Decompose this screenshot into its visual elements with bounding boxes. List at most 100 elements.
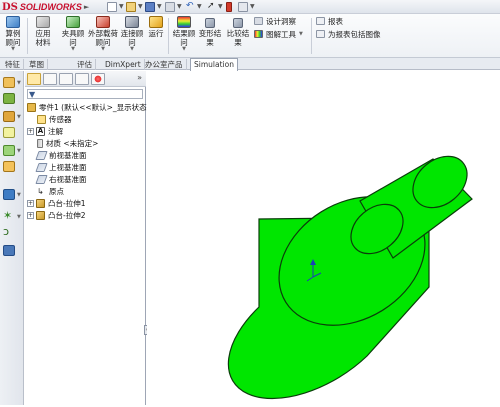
chevron-down-icon[interactable]: ▼: [119, 3, 124, 10]
external-loads-advisor-button[interactable]: 外部载荷顾问 ▼: [88, 16, 118, 52]
chevron-down-icon[interactable]: ▼: [17, 148, 21, 154]
tree-item-label: 材质 <未指定>: [46, 139, 99, 148]
sketch-tool-icon[interactable]: [3, 77, 15, 88]
chevron-down-icon[interactable]: ▼: [182, 47, 186, 52]
extrude-icon: [36, 199, 45, 208]
tree-item-top-plane[interactable]: 上视基准面: [35, 162, 87, 173]
material-icon: [37, 139, 43, 148]
expand-plus-icon[interactable]: +: [27, 212, 34, 219]
design-insight-button[interactable]: 设计洞察: [254, 16, 296, 26]
compare-results-button[interactable]: 比较结果: [226, 18, 250, 47]
tree-item-sensors[interactable]: 传感器: [37, 114, 72, 125]
chevron-down-icon[interactable]: ▼: [138, 3, 143, 10]
ribbon-divider: [27, 18, 28, 54]
apply-material-button[interactable]: 应用材料: [32, 16, 54, 47]
dimxpert-manager-tab-icon[interactable]: [75, 73, 89, 85]
feature-manager-toolbar: »: [25, 71, 146, 87]
chevron-down-icon[interactable]: ▼: [17, 80, 21, 86]
tree-item-boss-extrude1[interactable]: + 凸台-拉伸1: [27, 198, 85, 209]
feature-tree-filter[interactable]: ▼: [27, 89, 143, 99]
chevron-down-icon[interactable]: ▼: [250, 3, 255, 10]
chevron-down-icon[interactable]: ▼: [71, 47, 75, 52]
solidworks-logo[interactable]: DS SOLIDWORKS ►: [2, 1, 89, 13]
tree-item-label: 右视基准面: [49, 175, 87, 184]
undo-icon[interactable]: ↶: [186, 2, 196, 12]
tree-item-origin[interactable]: ↳ 原点: [37, 186, 64, 197]
design-insight-label: 设计洞察: [266, 16, 296, 26]
report-button[interactable]: 报表: [316, 16, 343, 26]
expand-tabs-icon[interactable]: »: [137, 73, 142, 82]
chevron-down-icon[interactable]: ▼: [130, 47, 134, 52]
expand-plus-icon[interactable]: +: [27, 128, 34, 135]
configuration-manager-tab-icon[interactable]: [59, 73, 73, 85]
feature-manager-panel: » ▼ 零件1 (默认<<默认>_显示状态 传感器 + A 注解 材质 <未指定…: [25, 71, 147, 405]
include-image-icon: [316, 30, 325, 38]
select-pointer-icon[interactable]: ➚: [207, 2, 217, 12]
reference-geometry-icon[interactable]: [3, 189, 15, 200]
tree-root-part[interactable]: 零件1 (默认<<默认>_显示状态: [27, 102, 147, 113]
pattern-tool-icon[interactable]: [3, 161, 15, 172]
revolve-tool-icon[interactable]: [3, 127, 15, 138]
annotations-icon: A: [36, 127, 45, 136]
tree-item-label: 传感器: [49, 115, 72, 124]
feature-tree-tab-icon[interactable]: [27, 73, 41, 85]
property-manager-tab-icon[interactable]: [43, 73, 57, 85]
external-loads-advisor-icon: [96, 16, 110, 28]
apply-material-icon: [36, 16, 50, 28]
results-advisor-button[interactable]: 结果顾问 ▼: [172, 16, 196, 52]
chevron-down-icon[interactable]: ▼: [299, 31, 303, 37]
instant3d-icon[interactable]: [3, 245, 15, 256]
chevron-down-icon[interactable]: ▼: [177, 3, 182, 10]
model-view[interactable]: [147, 71, 500, 405]
chevron-down-icon[interactable]: ▼: [17, 214, 21, 220]
feature-tool-icon[interactable]: [3, 93, 15, 104]
tree-item-label: 原点: [49, 187, 64, 196]
helix-tool-icon[interactable]: ↄ: [3, 226, 15, 238]
menu-expand-icon[interactable]: ►: [84, 3, 89, 11]
fixtures-advisor-label: 夹具顾问: [61, 29, 85, 47]
print-icon[interactable]: [165, 2, 175, 12]
design-insight-icon: [254, 17, 263, 25]
fixtures-advisor-button[interactable]: 夹具顾问 ▼: [60, 16, 86, 52]
tree-item-front-plane[interactable]: 前视基准面: [35, 150, 87, 161]
fillet-tool-icon[interactable]: [3, 145, 15, 156]
study-advisor-button[interactable]: 算例顾问 ▼: [2, 16, 24, 52]
chevron-down-icon[interactable]: ▼: [17, 192, 21, 198]
chevron-down-icon[interactable]: ▼: [101, 47, 105, 52]
tab-evaluate[interactable]: 评估: [74, 59, 96, 70]
save-icon[interactable]: [145, 2, 155, 12]
display-manager-tab-icon[interactable]: [91, 73, 105, 85]
part-icon: [27, 103, 36, 112]
run-icon: [149, 16, 163, 28]
tab-office[interactable]: 办公室产品: [142, 59, 187, 70]
rebuild-icon[interactable]: [226, 2, 232, 12]
connections-advisor-icon: [125, 16, 139, 28]
deformed-result-button[interactable]: 变形结果: [198, 18, 222, 47]
chevron-down-icon[interactable]: ▼: [11, 47, 15, 52]
tree-item-material[interactable]: 材质 <未指定>: [37, 138, 98, 149]
plot-tools-button[interactable]: 图解工具 ▼: [254, 29, 303, 39]
tab-sketch[interactable]: 草图: [26, 59, 48, 70]
extrude-tool-icon[interactable]: [3, 111, 15, 122]
tree-item-annotations[interactable]: + A 注解: [27, 126, 63, 137]
include-image-button[interactable]: 为报表包括图像: [316, 29, 381, 39]
tree-item-boss-extrude2[interactable]: + 凸台-拉伸2: [27, 210, 85, 221]
chevron-down-icon[interactable]: ▼: [157, 3, 162, 10]
tab-dimxpert[interactable]: DimXpert: [102, 59, 145, 70]
run-button[interactable]: 运行: [146, 16, 166, 38]
tree-item-right-plane[interactable]: 右视基准面: [35, 174, 87, 185]
connections-advisor-button[interactable]: 连接顾问 ▼: [120, 16, 144, 52]
chevron-down-icon[interactable]: ▼: [218, 3, 223, 10]
tab-features[interactable]: 特征: [2, 59, 24, 70]
expand-plus-icon[interactable]: +: [27, 200, 34, 207]
fixtures-advisor-icon: [66, 16, 80, 28]
run-label: 运行: [148, 29, 164, 38]
tab-simulation[interactable]: Simulation: [190, 58, 238, 71]
graphics-viewport[interactable]: [147, 71, 500, 405]
chevron-down-icon[interactable]: ▼: [17, 114, 21, 120]
curves-tool-icon[interactable]: ✶: [3, 210, 15, 222]
options-icon[interactable]: [238, 2, 248, 12]
open-folder-icon[interactable]: [126, 2, 136, 12]
new-document-icon[interactable]: [107, 2, 117, 12]
chevron-down-icon[interactable]: ▼: [197, 3, 202, 10]
